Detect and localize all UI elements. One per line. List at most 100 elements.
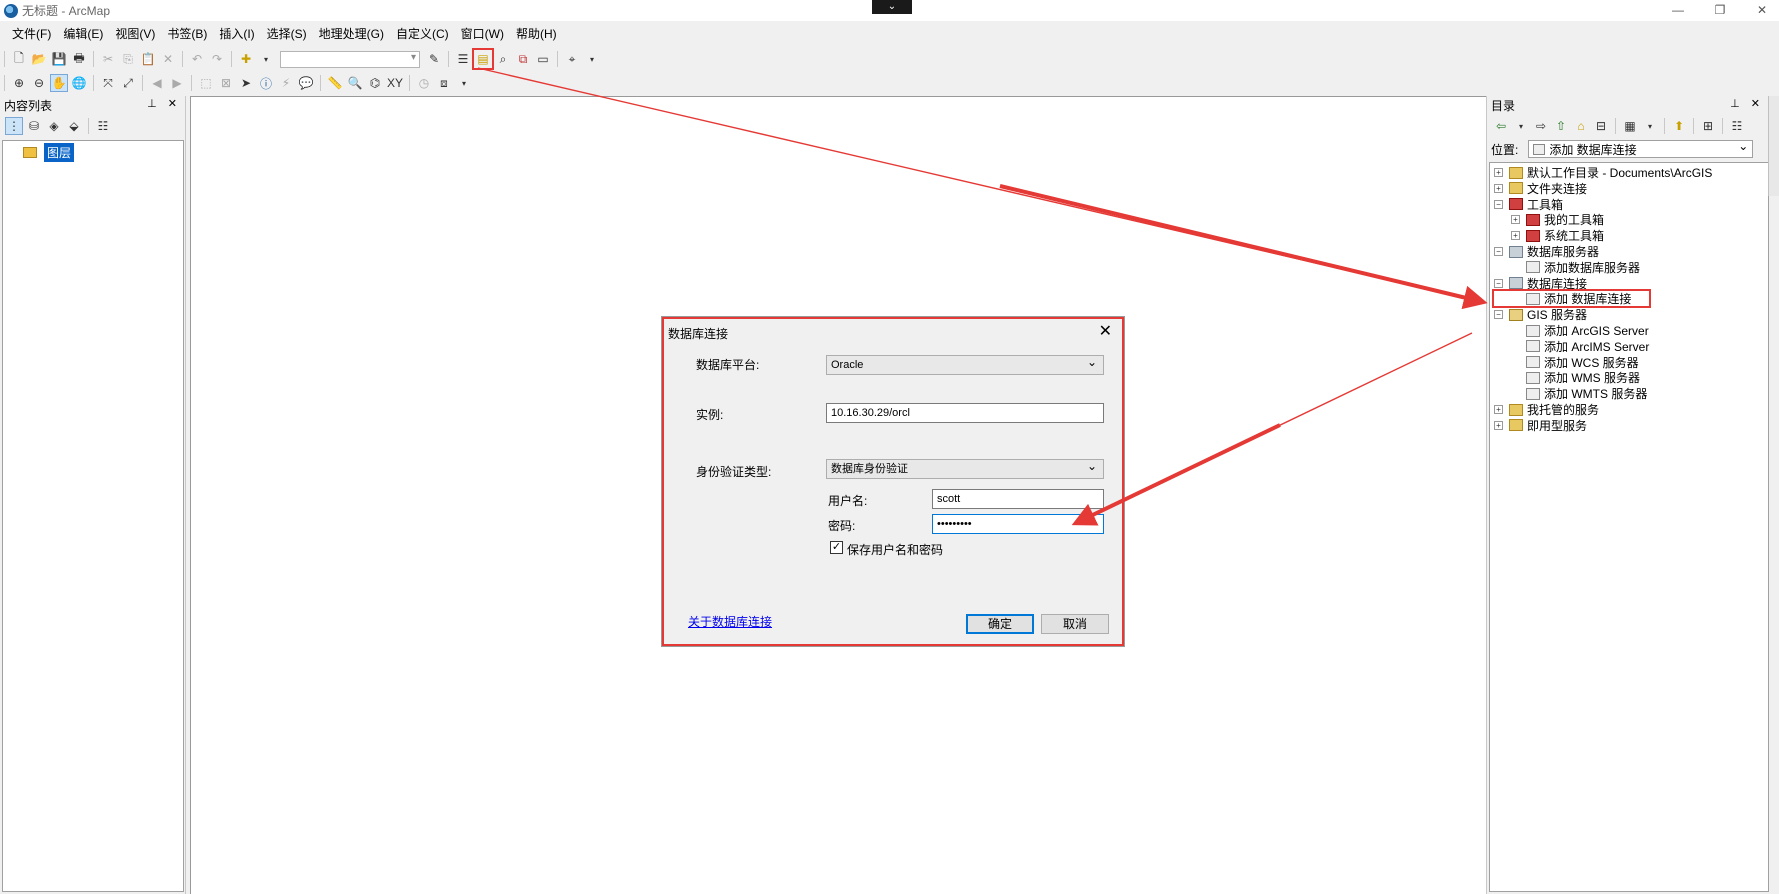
select-features-icon[interactable]: ⬚ <box>197 74 215 92</box>
toc-pin-close-icons[interactable]: ⊥ ✕ <box>147 97 181 110</box>
expand-toggle-icon[interactable]: + <box>1494 168 1503 177</box>
home-icon[interactable]: ⌂ <box>1572 117 1590 135</box>
find-route-icon[interactable]: ⌬ <box>366 74 384 92</box>
catalog-tree-item[interactable]: + 我的工具箱 <box>1511 212 1604 227</box>
search-window-icon[interactable]: ⌕ <box>494 50 512 68</box>
table-of-contents-icon[interactable]: ☰ <box>454 50 472 68</box>
forward-icon[interactable]: ⇨ <box>1532 117 1550 135</box>
find-icon[interactable]: 🔍 <box>346 74 364 92</box>
catalog-tree-item[interactable]: − 工具箱 <box>1494 197 1563 212</box>
modelbuilder-icon[interactable]: ⌖ <box>563 50 581 68</box>
toggle-contents-icon[interactable]: ⊞ <box>1699 117 1717 135</box>
disconnect-folder-icon[interactable]: ⊟ <box>1592 117 1610 135</box>
list-by-source-icon[interactable]: ⛁ <box>25 117 43 135</box>
catalog-tree-item[interactable]: − GIS 服务器 <box>1494 307 1587 322</box>
zoom-out-icon[interactable]: ⊖ <box>30 74 48 92</box>
delete-icon[interactable]: ✕ <box>159 50 177 68</box>
editor-toolbar-icon[interactable]: ✎ <box>425 50 443 68</box>
menu-windows[interactable]: 窗口(W) <box>455 24 510 44</box>
catalog-tree-item[interactable]: 添加 WMTS 服务器 <box>1511 386 1647 401</box>
menu-selection[interactable]: 选择(S) <box>261 24 313 44</box>
identify-icon[interactable]: ⓘ <box>257 74 275 92</box>
pan-icon[interactable]: ✋ <box>50 74 68 92</box>
catalog-options-icon[interactable]: ☷ <box>1728 117 1746 135</box>
print-icon[interactable]: 🖶 <box>70 50 88 68</box>
full-extent-icon[interactable]: 🌐 <box>70 74 88 92</box>
instance-input[interactable]: 10.16.30.29/orcl <box>826 403 1104 423</box>
add-data-icon[interactable]: ✚ <box>237 50 255 68</box>
catalog-tree-item[interactable]: + 系统工具箱 <box>1511 228 1604 243</box>
collapse-ribbon-icon[interactable]: ⌄ <box>872 0 912 14</box>
views-icon[interactable]: ▦ <box>1621 117 1639 135</box>
location-combo[interactable]: 添加 数据库连接 <box>1528 139 1754 158</box>
dialog-close-button[interactable]: ✕ <box>1099 321 1112 341</box>
expand-toggle-icon[interactable]: − <box>1494 278 1503 288</box>
views-dropdown-icon[interactable]: ▾ <box>1641 117 1659 135</box>
menu-geoprocessing[interactable]: 地理处理(G) <box>313 24 390 44</box>
menu-customize[interactable]: 自定义(C) <box>390 24 455 44</box>
go-to-xy-icon[interactable]: XY <box>386 74 404 92</box>
python-window-icon[interactable]: ▭ <box>534 50 552 68</box>
menu-edit[interactable]: 编辑(E) <box>57 24 109 44</box>
restore-button[interactable]: ❐ <box>1710 2 1730 18</box>
list-by-selection-icon[interactable]: ⬙ <box>65 117 83 135</box>
toolbar-options-icon[interactable]: ▾ <box>455 74 473 92</box>
zoom-in-icon[interactable]: ⊕ <box>10 74 28 92</box>
expand-toggle-icon[interactable]: + <box>1511 231 1520 241</box>
password-input[interactable]: ••••••••• <box>932 514 1104 534</box>
expand-toggle-icon[interactable]: + <box>1494 183 1503 193</box>
expand-toggle-icon[interactable]: + <box>1494 420 1503 430</box>
side-dock-tabs[interactable] <box>1768 96 1779 196</box>
catalog-tree-item[interactable]: − 数据库连接 <box>1494 276 1587 291</box>
menu-file[interactable]: 文件(F) <box>6 24 57 44</box>
username-input[interactable]: scott <box>932 489 1104 509</box>
fixed-zoom-in-icon[interactable]: ⤧ <box>99 74 117 92</box>
back-dropdown-icon[interactable]: ▾ <box>1512 117 1530 135</box>
menu-view[interactable]: 视图(V) <box>109 24 161 44</box>
catalog-tree-item[interactable]: 添加 WCS 服务器 <box>1511 355 1639 370</box>
expand-toggle-icon[interactable]: − <box>1494 310 1503 320</box>
toolbar-options-icon[interactable]: ▾ <box>583 50 601 68</box>
map-scale-combo[interactable] <box>280 50 420 68</box>
expand-toggle-icon[interactable]: − <box>1494 199 1503 209</box>
list-by-drawing-order-icon[interactable]: ⋮ <box>5 117 23 135</box>
up-one-level-icon[interactable]: ⇧ <box>1552 117 1570 135</box>
catalog-tree-item[interactable]: + 即用型服务 <box>1494 418 1587 433</box>
menu-bookmarks[interactable]: 书签(B) <box>161 24 213 44</box>
catalog-tree-item[interactable]: 添加 ArcGIS Server <box>1511 323 1649 338</box>
catalog-tree-item[interactable]: + 我托管的服务 <box>1494 402 1599 417</box>
catalog-tree-item[interactable]: 添加数据库服务器 <box>1511 260 1640 275</box>
list-by-visibility-icon[interactable]: ◈ <box>45 117 63 135</box>
toc-options-icon[interactable]: ☷ <box>94 117 112 135</box>
html-popup-icon[interactable]: 💬 <box>297 74 315 92</box>
auth-type-combo[interactable]: 数据库身份验证 <box>826 457 1104 479</box>
expand-toggle-icon[interactable]: − <box>1494 247 1503 256</box>
save-credentials-checkbox[interactable]: ✓ <box>830 541 843 554</box>
fixed-zoom-out-icon[interactable]: ⤢ <box>119 74 137 92</box>
undo-icon[interactable]: ↶ <box>188 50 206 68</box>
catalog-tree-item[interactable]: 添加 WMS 服务器 <box>1511 370 1640 385</box>
back-extent-icon[interactable]: ◀ <box>148 74 166 92</box>
add-data-dropdown-icon[interactable]: ▾ <box>257 50 275 68</box>
layers-label[interactable]: 图层 <box>44 143 75 162</box>
select-elements-icon[interactable]: ➤ <box>237 74 255 92</box>
close-window-button[interactable]: ✕ <box>1752 2 1772 18</box>
connect-folder-icon[interactable]: ⬆ <box>1670 117 1688 135</box>
catalog-window-icon[interactable]: ▤ <box>472 48 494 70</box>
save-credentials-label[interactable]: 保存用户名和密码 <box>847 541 943 558</box>
clear-selection-icon[interactable]: ⊠ <box>217 74 235 92</box>
catalog-tree-item[interactable]: + 文件夹连接 <box>1494 181 1587 196</box>
back-icon[interactable]: ⇦ <box>1492 117 1510 135</box>
new-document-icon[interactable]: 🗋 <box>10 50 28 68</box>
measure-icon[interactable]: 📏 <box>326 74 344 92</box>
layers-data-frame[interactable]: 图层 <box>23 143 75 162</box>
redo-icon[interactable]: ↷ <box>208 50 226 68</box>
arctoolbox-icon[interactable]: ⧉ <box>514 50 532 68</box>
save-icon[interactable]: 💾 <box>50 50 68 68</box>
platform-combo[interactable]: Oracle <box>826 353 1104 375</box>
catalog-tree-item[interactable]: + 默认工作目录 - Documents\ArcGIS <box>1494 165 1712 180</box>
cancel-button[interactable]: 取消 <box>1041 614 1109 634</box>
catalog-tree-item[interactable]: − 数据库服务器 <box>1494 244 1599 259</box>
open-icon[interactable]: 📂 <box>30 50 48 68</box>
time-slider-icon[interactable]: ◷ <box>415 74 433 92</box>
